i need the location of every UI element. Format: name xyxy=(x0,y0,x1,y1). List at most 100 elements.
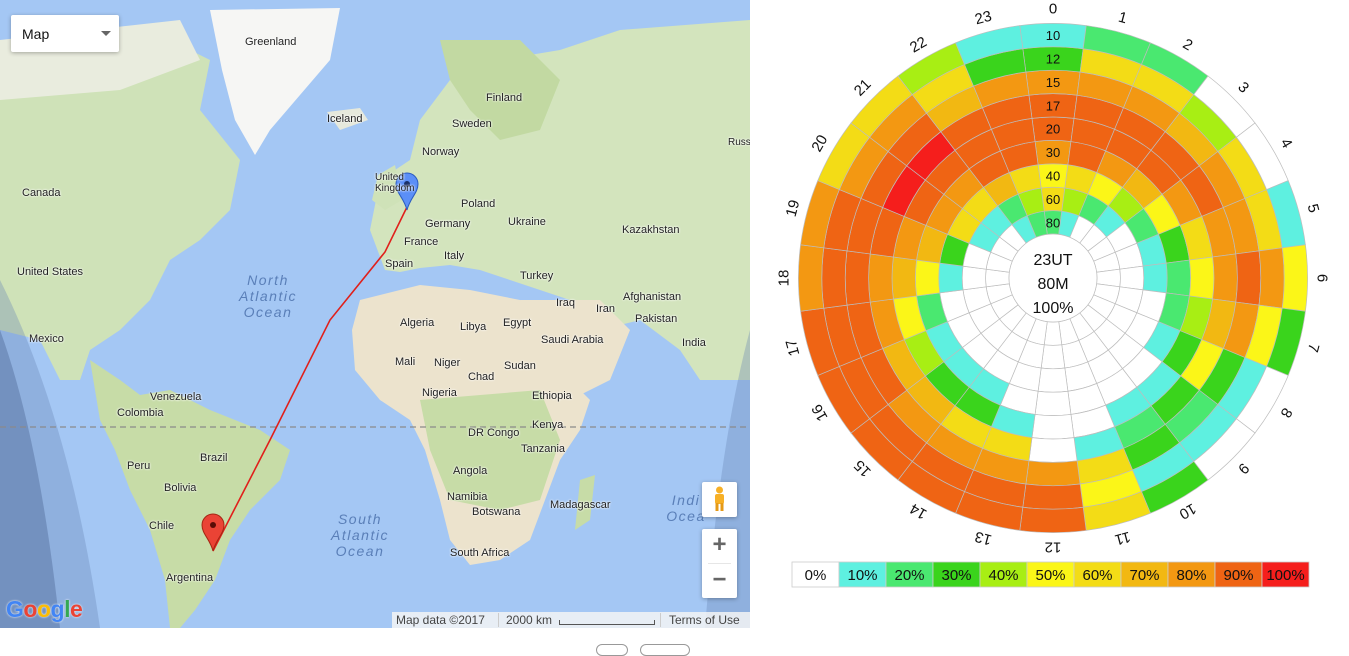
propagation-chart: 23UT 80M 100% 80 60 40 30 20 17 15 12 10 0 1 2 3 4 5 6 7 8 9 1… xyxy=(750,0,1349,647)
heat-cell xyxy=(915,259,941,297)
zoom-in-button[interactable]: + xyxy=(702,529,737,563)
map-data-attribution[interactable]: Map data ©2017 xyxy=(396,613,485,627)
country-label: Iran xyxy=(596,303,615,315)
scale-label[interactable]: 2000 km xyxy=(506,613,552,627)
country-label: Afghanistan xyxy=(623,291,682,303)
country-label: Ukraine xyxy=(508,216,546,228)
country-label: Algeria xyxy=(400,317,435,329)
ocean-line: Ocean xyxy=(243,304,293,320)
legend-label: 20% xyxy=(894,567,924,584)
country-label: Colombia xyxy=(117,407,164,419)
street-view-pegman-button[interactable] xyxy=(702,482,737,517)
heat-cell xyxy=(1189,256,1215,300)
country-label: Madagascar xyxy=(550,499,611,511)
zoom-control: + − xyxy=(702,529,737,598)
heat-cell xyxy=(1040,344,1066,370)
hour-label: 20 xyxy=(808,132,831,155)
heat-cell xyxy=(961,265,987,291)
hour-label: 5 xyxy=(1304,202,1323,214)
ring-label: 17 xyxy=(1046,98,1060,113)
hour-label: 14 xyxy=(907,500,930,523)
legend-label: 90% xyxy=(1223,567,1253,584)
heat-cell xyxy=(1165,259,1191,297)
heat-cell xyxy=(1258,247,1285,309)
country-label: Turkey xyxy=(520,270,554,282)
country-label: Norway xyxy=(422,146,460,158)
ocean-line: Atlantic xyxy=(331,527,389,543)
hour-label: 17 xyxy=(783,337,804,358)
country-label: Chad xyxy=(468,371,495,383)
hour-label: 21 xyxy=(851,76,875,100)
hour-label: 3 xyxy=(1234,79,1252,97)
ocean-label: South Atlantic Ocean xyxy=(322,511,398,559)
ring-label: 10 xyxy=(1046,28,1060,43)
chevron-down-icon xyxy=(101,31,111,36)
country-label: Botswana xyxy=(472,506,521,518)
footer-divider xyxy=(498,613,499,627)
country-label: South Africa xyxy=(450,547,510,559)
map-type-label: Map xyxy=(22,26,50,42)
legend-label: 70% xyxy=(1129,567,1159,584)
country-label: Saudi Arabia xyxy=(541,334,604,346)
scale-bar xyxy=(559,620,655,625)
map-footer: Map data ©2017 2000 km Terms of Use xyxy=(392,612,750,628)
legend-label: 10% xyxy=(847,567,877,584)
legend-label: 80% xyxy=(1176,567,1206,584)
google-logo[interactable]: Google xyxy=(6,596,83,623)
country-label: France xyxy=(404,236,439,248)
hour-label: 16 xyxy=(808,401,831,424)
heat-cell xyxy=(1028,437,1078,463)
footer-divider xyxy=(660,613,661,627)
country-label: Bolivia xyxy=(164,482,197,494)
hour-label: 12 xyxy=(1045,539,1062,556)
heat-cell xyxy=(1037,367,1069,393)
country-label: Germany xyxy=(425,218,471,230)
hour-label: 2 xyxy=(1180,35,1196,54)
zoom-out-button[interactable]: − xyxy=(702,564,737,598)
heat-cell xyxy=(1031,414,1075,440)
map-panel[interactable]: Greenland Iceland Finland Sweden Norway Unite… xyxy=(0,0,750,628)
heat-cell xyxy=(891,256,917,300)
hour-label: 9 xyxy=(1234,459,1252,477)
country-label: Iceland xyxy=(327,113,363,125)
terms-link[interactable]: Terms of Use xyxy=(669,613,740,627)
country-label: Ethiopia xyxy=(532,390,572,402)
center-label: 100% xyxy=(1033,300,1074,317)
country-label: Nigeria xyxy=(422,387,457,399)
heat-cell xyxy=(798,244,825,312)
country-label: Kazakhstan xyxy=(622,224,680,236)
heat-cell xyxy=(1025,460,1081,487)
country-label: Pakistan xyxy=(635,313,678,325)
country-label: Mali xyxy=(395,356,416,368)
bottom-button[interactable] xyxy=(640,644,690,656)
heat-cell xyxy=(1119,265,1145,291)
heat-cell xyxy=(1142,262,1168,294)
heat-cell xyxy=(938,262,964,294)
heat-cell xyxy=(844,250,871,306)
ring-label: 80 xyxy=(1046,215,1060,230)
country-label: Greenland xyxy=(245,36,297,48)
hour-label: 11 xyxy=(1113,528,1132,548)
country-label: Russia xyxy=(728,137,750,148)
polar-heatmap: 23UT80M100%8060403020171512100 1234567891… xyxy=(775,0,1331,588)
map-type-dropdown[interactable]: Map xyxy=(11,15,119,52)
country-label: Argentina xyxy=(166,572,214,584)
ocean-line: South xyxy=(337,511,383,527)
ocean-line: Atlantic xyxy=(239,288,297,304)
center-label: 80M xyxy=(1037,276,1068,293)
ring-label: 15 xyxy=(1046,75,1060,90)
country-label: Libya xyxy=(460,321,487,333)
ring-label: 20 xyxy=(1046,122,1060,137)
country-label: Egypt xyxy=(503,317,532,329)
hour-label: 18 xyxy=(775,270,792,287)
legend-label: 30% xyxy=(941,567,971,584)
hour-label: 19 xyxy=(783,198,804,219)
bottom-button[interactable] xyxy=(596,644,628,656)
country-label: Brazil xyxy=(200,452,228,464)
legend-label: 100% xyxy=(1266,567,1304,584)
country-label: Peru xyxy=(127,460,151,472)
country-label: Chile xyxy=(149,520,175,532)
country-label: Spain xyxy=(385,258,414,270)
ocean-label: North Atlantic Ocean xyxy=(230,272,306,320)
country-label: DR Congo xyxy=(468,427,520,439)
